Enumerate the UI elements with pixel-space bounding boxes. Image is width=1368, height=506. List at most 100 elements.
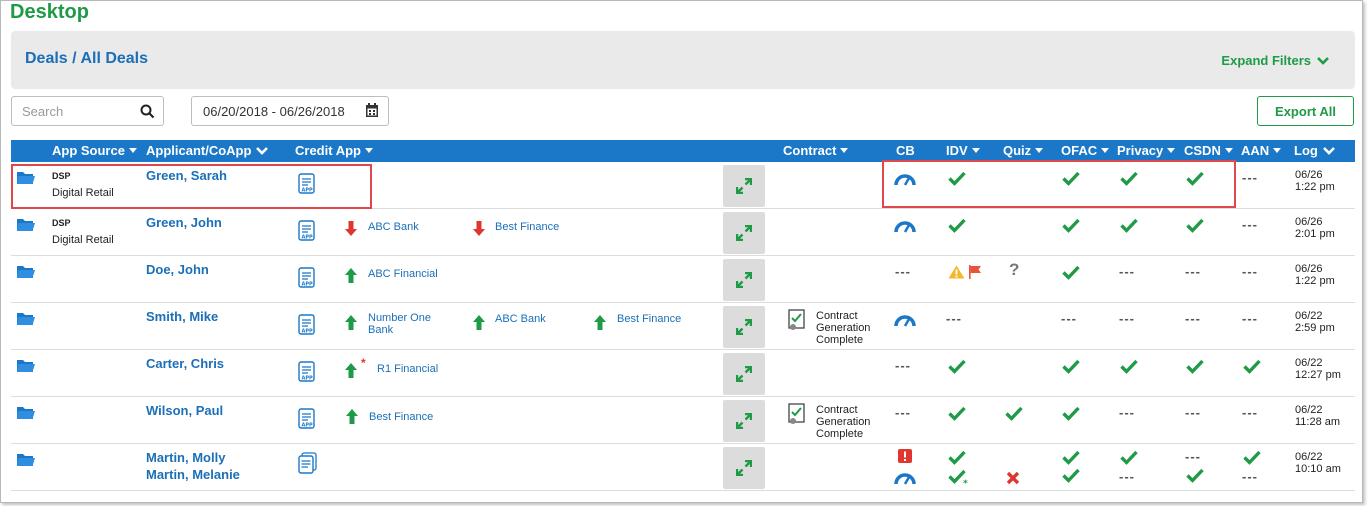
svg-text:APP: APP: [302, 423, 314, 429]
chevron-down-icon: [1322, 147, 1335, 155]
credit-gauge-icon[interactable]: [894, 471, 916, 485]
applicant-name[interactable]: Green, John: [146, 214, 222, 231]
csdn-check-icon: [1186, 218, 1204, 233]
col-ofac[interactable]: OFAC: [1061, 143, 1110, 158]
folder-icon[interactable]: [17, 359, 35, 373]
credit-gauge-icon[interactable]: [894, 219, 916, 233]
credit-app-document-icon[interactable]: APP: [298, 267, 316, 289]
credit-gauge-icon[interactable]: [894, 313, 916, 327]
table-row[interactable]: Smith, Mike APP Number One Bank ABC Bank…: [11, 303, 1355, 350]
folder-icon[interactable]: [17, 453, 35, 467]
folder-icon[interactable]: [17, 218, 35, 232]
caret-down-icon: [1224, 148, 1233, 153]
highlight-box-applicant: [11, 164, 372, 209]
folder-icon[interactable]: [17, 265, 35, 279]
lender-link[interactable]: Best Finance: [617, 313, 681, 325]
col-app-source-label: App Source: [52, 143, 125, 158]
col-quiz[interactable]: Quiz: [1003, 143, 1044, 158]
col-privacy[interactable]: Privacy: [1117, 143, 1176, 158]
search-input[interactable]: [12, 97, 137, 125]
svg-text:APP: APP: [302, 282, 314, 288]
col-app-source[interactable]: App Source: [52, 143, 137, 158]
chevron-down-icon: [1317, 56, 1329, 65]
privacy-empty: ---: [1119, 311, 1135, 326]
folder-icon[interactable]: [17, 312, 35, 326]
col-contract[interactable]: Contract: [783, 143, 849, 158]
col-quiz-label: Quiz: [1003, 143, 1032, 158]
table-row[interactable]: DSP Digital Retail Green, John APP ABC B…: [11, 209, 1355, 256]
col-applicant[interactable]: Applicant/CoApp: [146, 143, 269, 158]
desktop-frame: Desktop Deals / All Deals Expand Filters…: [0, 0, 1363, 503]
lender-link[interactable]: Best Finance: [495, 221, 559, 233]
expand-row-button[interactable]: [723, 447, 765, 489]
contract-status: Contract Generation Complete: [816, 310, 871, 346]
applicant-name[interactable]: Doe, John: [146, 261, 209, 278]
col-idv[interactable]: IDV: [946, 143, 980, 158]
date-range-value: 06/20/2018 - 06/26/2018: [203, 104, 345, 119]
expand-row-button[interactable]: [723, 400, 765, 442]
expand-row-button[interactable]: [723, 306, 765, 348]
expand-row-button[interactable]: [723, 212, 765, 254]
search-icon[interactable]: [140, 104, 155, 119]
caret-down-icon: [1167, 148, 1176, 153]
expand-arrows-icon: [736, 319, 752, 335]
applicant-name[interactable]: Wilson, Paul: [146, 402, 223, 419]
credit-app-multi-document-icon[interactable]: [298, 452, 318, 474]
aan-empty: ---: [1242, 405, 1258, 420]
csdn-empty: ---: [1185, 264, 1201, 279]
alert-icon: [898, 449, 912, 463]
log-time: 2:59 pm: [1295, 322, 1335, 334]
log-timestamp: 06/26 2:01 pm: [1295, 216, 1335, 240]
ofac-check-icon: [1062, 468, 1080, 483]
credit-app-document-icon[interactable]: APP: [298, 314, 316, 336]
csdn-empty: ---: [1185, 405, 1201, 420]
page-title: Desktop: [10, 1, 89, 23]
expand-row-button[interactable]: [723, 353, 765, 395]
lender-link[interactable]: ABC Bank: [368, 221, 419, 233]
lender-link[interactable]: ABC Bank: [495, 313, 546, 325]
applicant-name[interactable]: Carter, Chris: [146, 355, 224, 372]
export-all-button[interactable]: Export All: [1257, 96, 1354, 126]
table-row[interactable]: Martin, Molly Martin, Melanie * --- --- -…: [11, 444, 1355, 491]
expand-filters-button[interactable]: Expand Filters: [1221, 53, 1329, 68]
applicant-name-primary[interactable]: Martin, Molly: [146, 449, 240, 466]
csdn-empty: ---: [1185, 449, 1201, 464]
caret-down-icon: [1035, 148, 1044, 153]
table-row[interactable]: Doe, John APP ABC Financial --- ? --- --…: [11, 256, 1355, 303]
cb-empty: ---: [895, 264, 911, 279]
expand-row-button[interactable]: [723, 259, 765, 301]
coapplicant-name[interactable]: Martin, Melanie: [146, 466, 240, 483]
col-csdn[interactable]: CSDN: [1184, 143, 1233, 158]
col-aan[interactable]: AAN: [1241, 143, 1282, 158]
lender-link[interactable]: ABC Financial: [368, 268, 438, 280]
col-credit-app[interactable]: Credit App: [295, 143, 373, 158]
table-row[interactable]: Carter, Chris APP * R1 Financial --- 06/…: [11, 350, 1355, 397]
calendar-icon[interactable]: [365, 103, 379, 118]
lender-link[interactable]: Number One Bank: [368, 312, 448, 336]
deals-table: DSP Digital Retail Green, Sarah APP --- …: [11, 162, 1355, 491]
applicant-name[interactable]: Smith, Mike: [146, 308, 218, 325]
table-row[interactable]: Wilson, Paul APP Best Finance Contract G…: [11, 397, 1355, 444]
breadcrumb[interactable]: Deals / All Deals: [25, 50, 148, 68]
col-log[interactable]: Log: [1294, 143, 1335, 158]
credit-app-document-icon[interactable]: APP: [298, 361, 316, 383]
log-time: 1:22 pm: [1295, 275, 1335, 287]
cb-empty: ---: [895, 405, 911, 420]
credit-app-document-icon[interactable]: APP: [298, 220, 316, 242]
contract-certificate-icon[interactable]: [788, 403, 808, 425]
privacy-check-icon: [1120, 359, 1138, 374]
contract-certificate-icon[interactable]: [788, 309, 808, 331]
lender-link[interactable]: Best Finance: [369, 411, 433, 423]
applicant-name[interactable]: Martin, Molly Martin, Melanie: [146, 449, 240, 483]
lender-link[interactable]: R1 Financial: [377, 363, 438, 375]
arrow-up-icon: [346, 409, 358, 424]
folder-icon[interactable]: [17, 406, 35, 420]
log-time: 2:01 pm: [1295, 228, 1335, 240]
flag-icon: [969, 265, 981, 279]
arrow-up-icon: [594, 315, 606, 330]
date-range-picker[interactable]: 06/20/2018 - 06/26/2018: [191, 96, 389, 126]
expand-row-button[interactable]: [723, 165, 765, 207]
expand-arrows-icon: [736, 460, 752, 476]
col-idv-label: IDV: [946, 143, 968, 158]
credit-app-document-icon[interactable]: APP: [298, 408, 316, 430]
